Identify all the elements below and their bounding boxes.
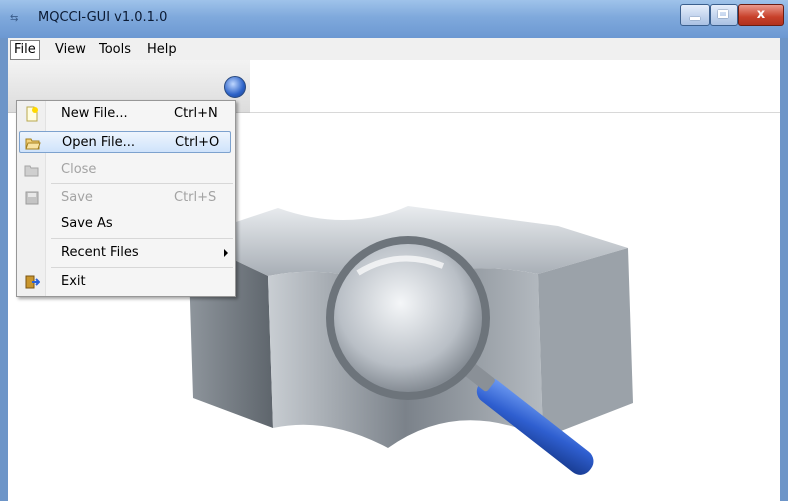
menu-help[interactable]: Help: [144, 41, 180, 59]
title-bar[interactable]: ⇆ MQCCI-GUI v1.0.1.0 x: [0, 0, 788, 38]
menu-separator: [51, 238, 233, 239]
menu-separator: [51, 183, 233, 184]
exit-icon: [25, 275, 40, 289]
menu-item-shortcut: Ctrl+S: [174, 190, 217, 205]
window-title: MQCCI-GUI v1.0.1.0: [38, 10, 168, 25]
toolbar-empty-area: [250, 60, 780, 113]
menu-item-save-as[interactable]: Save As: [19, 213, 231, 235]
menu-item-recent-files[interactable]: Recent Files: [19, 242, 231, 264]
menu-item-new-file[interactable]: New File... Ctrl+N: [19, 103, 231, 125]
menu-item-shortcut: Ctrl+O: [175, 135, 220, 150]
menu-item-label: Open File...: [62, 135, 136, 150]
menu-item-label: Close: [61, 162, 97, 177]
menu-bar: File View Tools Help: [8, 38, 780, 60]
client-area: File View Tools Help New File... Ctrl+N …: [8, 38, 780, 501]
menu-item-exit[interactable]: Exit: [19, 271, 231, 293]
close-window-button[interactable]: x: [738, 4, 784, 26]
close-icon: x: [756, 7, 766, 22]
menu-item-label: New File...: [61, 106, 128, 121]
menu-item-close[interactable]: Close: [19, 159, 231, 181]
menu-separator: [51, 267, 233, 268]
minimize-icon: [690, 17, 700, 20]
menu-file[interactable]: File: [10, 40, 40, 60]
menu-item-label: Recent Files: [61, 245, 139, 260]
toolbar-run-icon[interactable]: [224, 76, 246, 98]
menu-item-label: Save: [61, 190, 93, 205]
menu-item-shortcut: Ctrl+N: [174, 106, 218, 121]
maximize-button[interactable]: [710, 4, 738, 26]
menu-view[interactable]: View: [52, 41, 89, 59]
close-file-icon: [24, 165, 39, 177]
menu-item-open-file[interactable]: Open File... Ctrl+O: [19, 131, 231, 153]
file-menu-dropdown: New File... Ctrl+N Open File... Ctrl+O C…: [16, 100, 236, 297]
menu-item-save[interactable]: Save Ctrl+S: [19, 187, 231, 209]
folder-open-icon: [25, 138, 41, 150]
new-file-icon: [26, 106, 38, 122]
app-window: ⇆ MQCCI-GUI v1.0.1.0 x File View Tools H…: [0, 0, 788, 501]
minimize-button[interactable]: [680, 4, 710, 26]
magnifier-lens: [334, 244, 482, 392]
menu-item-label: Exit: [61, 274, 86, 289]
submenu-arrow-icon: [224, 249, 228, 257]
menu-item-label: Save As: [61, 216, 113, 231]
menu-tools[interactable]: Tools: [96, 41, 134, 59]
save-icon: [25, 191, 39, 205]
app-icon: ⇆: [10, 13, 19, 24]
block-right-face: [538, 248, 633, 438]
maximize-icon: [718, 10, 728, 18]
